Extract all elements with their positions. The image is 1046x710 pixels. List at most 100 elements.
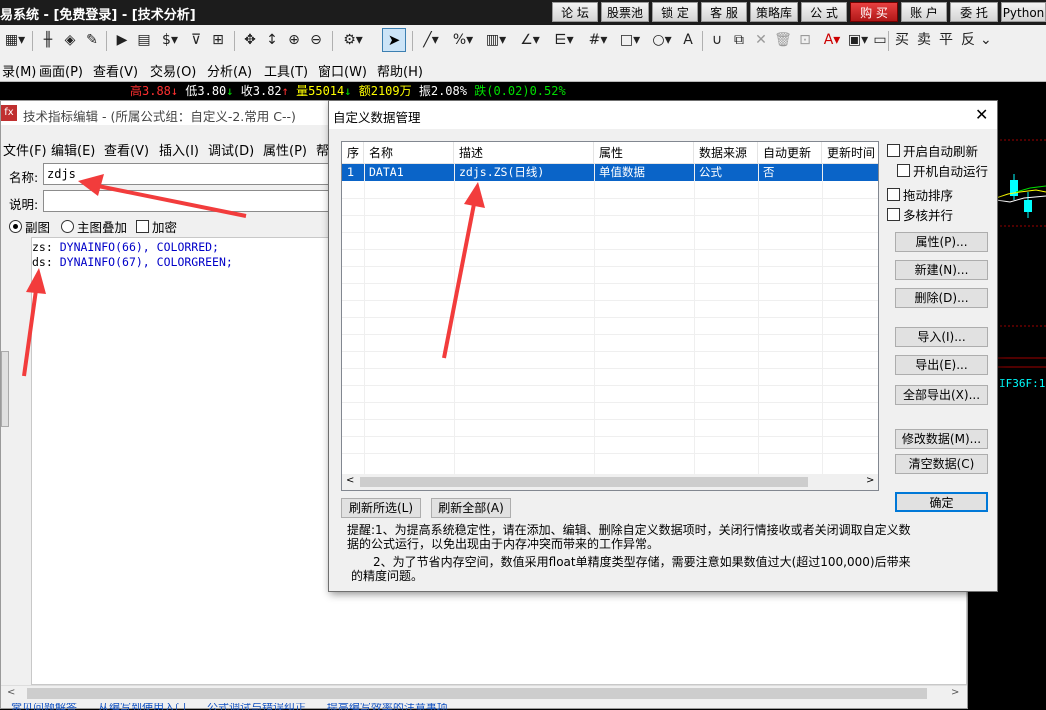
buy-button[interactable]: 购 买 — [850, 2, 898, 22]
scroll-thumb[interactable] — [360, 477, 808, 487]
scroll-right-icon[interactable]: > — [866, 475, 874, 486]
table-row[interactable]: 1 DATA1 zdjs.ZS(日线) 单值数据 公式 否 — [342, 164, 878, 181]
editor-menu-insert[interactable]: 插入(I) — [159, 140, 199, 159]
candlestick-icon[interactable]: ╫ — [38, 31, 58, 49]
formula-button[interactable]: 公 式 — [801, 2, 847, 22]
ruler-tool-icon[interactable]: ▥▾ — [482, 31, 510, 49]
service-button[interactable]: 客 服 — [701, 2, 747, 22]
col-header-auto[interactable]: 自动更新 — [758, 142, 822, 164]
editor-menu-view[interactable]: 查看(V) — [104, 140, 149, 159]
editor-menu-edit[interactable]: 编辑(E) — [51, 140, 95, 159]
scroll-right-icon[interactable]: > — [951, 687, 959, 698]
menu-window[interactable]: 窗口(W) — [318, 61, 367, 80]
trash-icon[interactable]: 🗑 — [774, 31, 792, 49]
col-header-desc[interactable]: 描述 — [454, 142, 594, 164]
order-button[interactable]: 委 托 — [950, 2, 998, 22]
height-icon[interactable]: ↕ — [262, 31, 282, 49]
menu-help[interactable]: 帮助(H) — [377, 61, 423, 80]
properties-button[interactable]: 属性(P)... — [895, 232, 988, 252]
col-header-attr[interactable]: 属性 — [594, 142, 694, 164]
radio-main-overlay[interactable]: 主图叠加 — [61, 217, 127, 236]
buy-icon[interactable]: 买 — [892, 31, 912, 49]
save-template-icon[interactable]: ▣▾ — [846, 31, 870, 49]
menu-view[interactable]: 查看(V) — [93, 61, 138, 80]
editor-menu-debug[interactable]: 调试(D) — [208, 140, 254, 159]
layout-icon[interactable]: ▭ — [872, 31, 888, 49]
font-color-icon[interactable]: A▾ — [820, 31, 844, 49]
refresh-all-button[interactable]: 刷新全部(A) — [431, 498, 511, 518]
clear-data-button[interactable]: 清空数据(C) — [895, 454, 988, 474]
angle-tool-icon[interactable]: ∠▾ — [516, 31, 544, 49]
python-button[interactable]: Python — [1001, 2, 1046, 22]
custom-data-table[interactable]: 序 名称 描述 属性 数据来源 自动更新 更新时间 1 DATA1 zdjs.Z… — [341, 141, 879, 491]
radio-sub-chart[interactable]: 副图 — [9, 217, 50, 236]
pointer-cursor-icon[interactable]: ➤ — [382, 28, 406, 52]
editor-hscrollbar[interactable]: < > — [1, 685, 967, 702]
export-all-button[interactable]: 全部导出(X)... — [895, 385, 988, 405]
edit-icon[interactable]: ✎ — [82, 31, 102, 49]
zoom-in-icon[interactable]: ⊕ — [284, 31, 304, 49]
menu-analysis[interactable]: 分析(A) — [207, 61, 252, 80]
more-icon[interactable]: ⌄ — [980, 31, 992, 49]
name-input[interactable]: zdjs — [43, 163, 333, 185]
encrypt-checkbox[interactable]: 加密 — [136, 217, 177, 236]
forum-button[interactable]: 论 坛 — [552, 2, 598, 22]
filter-icon[interactable]: ⊽ — [186, 31, 206, 49]
rect-tool-icon[interactable]: □▾ — [616, 31, 644, 49]
export-button[interactable]: 导出(E)... — [895, 355, 988, 375]
col-header-name[interactable]: 名称 — [364, 142, 454, 164]
report-icon[interactable]: ▤ — [134, 31, 154, 49]
percent-tool-icon[interactable]: %▾ — [450, 31, 476, 49]
auto-run-checkbox[interactable]: 开机自动运行 — [897, 161, 988, 180]
modify-data-button[interactable]: 修改数据(M)... — [895, 429, 988, 449]
drag-sort-checkbox[interactable]: 拖动排序 — [887, 185, 953, 204]
scroll-left-icon[interactable]: < — [346, 475, 354, 486]
strategy-button[interactable]: 策略库 — [750, 2, 798, 22]
multicore-checkbox[interactable]: 多核并行 — [887, 205, 953, 224]
kline-chart[interactable]: IF36F:1 — [996, 100, 1046, 709]
table-hscrollbar[interactable]: < > — [342, 474, 878, 490]
move-icon[interactable]: ✥ — [240, 31, 260, 49]
new-button[interactable]: 新建(N)... — [895, 260, 988, 280]
stock-select-icon[interactable]: ⊞ — [208, 31, 228, 49]
magnet-icon[interactable]: ∪ — [708, 31, 726, 49]
col-header-source[interactable]: 数据来源 — [694, 142, 758, 164]
lock-button[interactable]: 锁 定 — [652, 2, 698, 22]
menu-screen[interactable]: 画面(P) — [39, 61, 83, 80]
menu-tools[interactable]: 工具(T) — [264, 61, 308, 80]
col-header-time[interactable]: 更新时间 — [822, 142, 878, 164]
grid-view-icon[interactable]: ▦▾ — [2, 31, 28, 49]
circle-tool-icon[interactable]: ○▾ — [648, 31, 676, 49]
reverse-icon[interactable]: 反 — [958, 31, 978, 49]
line-tool-icon[interactable]: ╱▾ — [418, 31, 444, 49]
stock-pool-button[interactable]: 股票池 — [601, 2, 649, 22]
menu-record[interactable]: 录(M) — [2, 61, 36, 80]
settings-icon[interactable]: ⚙▾ — [338, 31, 368, 49]
channel-tool-icon[interactable]: ⋿▾ — [550, 31, 578, 49]
ok-button[interactable]: 确定 — [895, 492, 988, 512]
delete-button[interactable]: 删除(D)... — [895, 288, 988, 308]
delete-icon[interactable]: ✕ — [752, 31, 770, 49]
account-button[interactable]: 账 户 — [901, 2, 947, 22]
editor-menu-props[interactable]: 属性(P) — [263, 140, 307, 159]
copy-icon[interactable]: ⧉ — [730, 31, 748, 49]
desc-input[interactable] — [43, 190, 333, 212]
editor-menu-file[interactable]: 文件(F) — [3, 140, 47, 159]
close-icon[interactable]: ✕ — [975, 105, 988, 124]
import-button[interactable]: 导入(I)... — [895, 327, 988, 347]
dollar-icon[interactable]: $▾ — [158, 31, 182, 49]
menu-trade[interactable]: 交易(O) — [150, 61, 196, 80]
col-header-no[interactable]: 序 — [342, 142, 364, 164]
close-position-icon[interactable]: 平 — [936, 31, 956, 49]
hash-tool-icon[interactable]: #▾ — [584, 31, 612, 49]
sell-icon[interactable]: 卖 — [914, 31, 934, 49]
side-panel-handle[interactable] — [1, 351, 9, 427]
scroll-left-icon[interactable]: < — [7, 687, 15, 698]
zoom-out-icon[interactable]: ⊖ — [306, 31, 326, 49]
play-icon[interactable]: ▶ — [112, 31, 132, 49]
diamond-icon[interactable]: ◈ — [60, 31, 80, 49]
scroll-thumb[interactable] — [27, 688, 927, 699]
refresh-selected-button[interactable]: 刷新所选(L) — [341, 498, 421, 518]
lock-icon[interactable]: ⊡ — [796, 31, 814, 49]
text-tool-icon[interactable]: A — [680, 31, 696, 49]
